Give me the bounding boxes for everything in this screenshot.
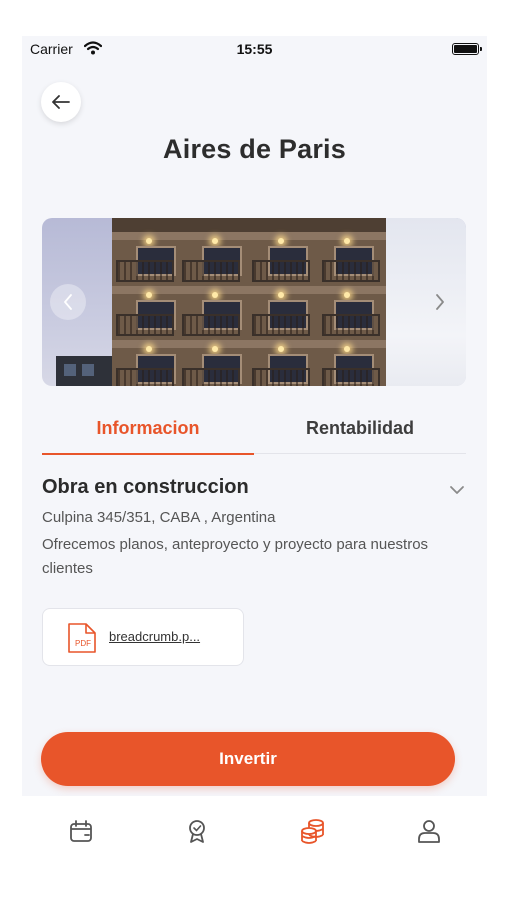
status-time: 15:55	[236, 41, 273, 57]
section-title: Obra en construccion	[42, 476, 249, 498]
project-description: Ofrecemos planos, anteproyecto y proyect…	[42, 536, 429, 577]
image-carousel[interactable]	[42, 218, 466, 386]
tab-rentabilidad[interactable]: Rentabilidad	[254, 402, 466, 454]
back-button[interactable]	[41, 82, 81, 122]
page-title: Aires de Paris	[163, 134, 346, 164]
tab-informacion[interactable]: Informacion	[42, 402, 254, 455]
invest-button[interactable]: Invertir	[41, 732, 455, 786]
carousel-next-button[interactable]	[422, 284, 458, 320]
battery-icon	[452, 43, 482, 55]
ribbon-icon[interactable]	[182, 816, 212, 846]
carousel-prev-button[interactable]	[50, 284, 86, 320]
bottom-tab-bar	[22, 796, 487, 866]
app-screen: Carrier 15:55 Aires de Paris Informacion…	[22, 36, 487, 796]
tab-bar: Informacion Rentabilidad	[42, 402, 466, 455]
chevron-right-icon	[436, 294, 444, 310]
pdf-icon-label: PDF	[75, 639, 91, 648]
chevron-down-icon[interactable]	[447, 480, 467, 500]
pdf-attachment[interactable]: PDF breadcrumb.p...	[42, 608, 244, 666]
coins-icon[interactable]	[298, 816, 328, 846]
neighbor-building	[56, 356, 112, 386]
status-bar: Carrier 15:55	[22, 36, 487, 62]
calendar-icon[interactable]	[66, 816, 96, 846]
building-photo	[112, 218, 386, 386]
arrow-left-icon	[52, 95, 70, 109]
project-address: Culpina 345/351, CABA , Argentina	[42, 509, 276, 526]
pdf-file-icon: PDF	[68, 623, 96, 653]
chevron-left-icon	[64, 294, 72, 310]
user-icon[interactable]	[414, 816, 444, 846]
pdf-file-name[interactable]: breadcrumb.p...	[109, 629, 200, 644]
